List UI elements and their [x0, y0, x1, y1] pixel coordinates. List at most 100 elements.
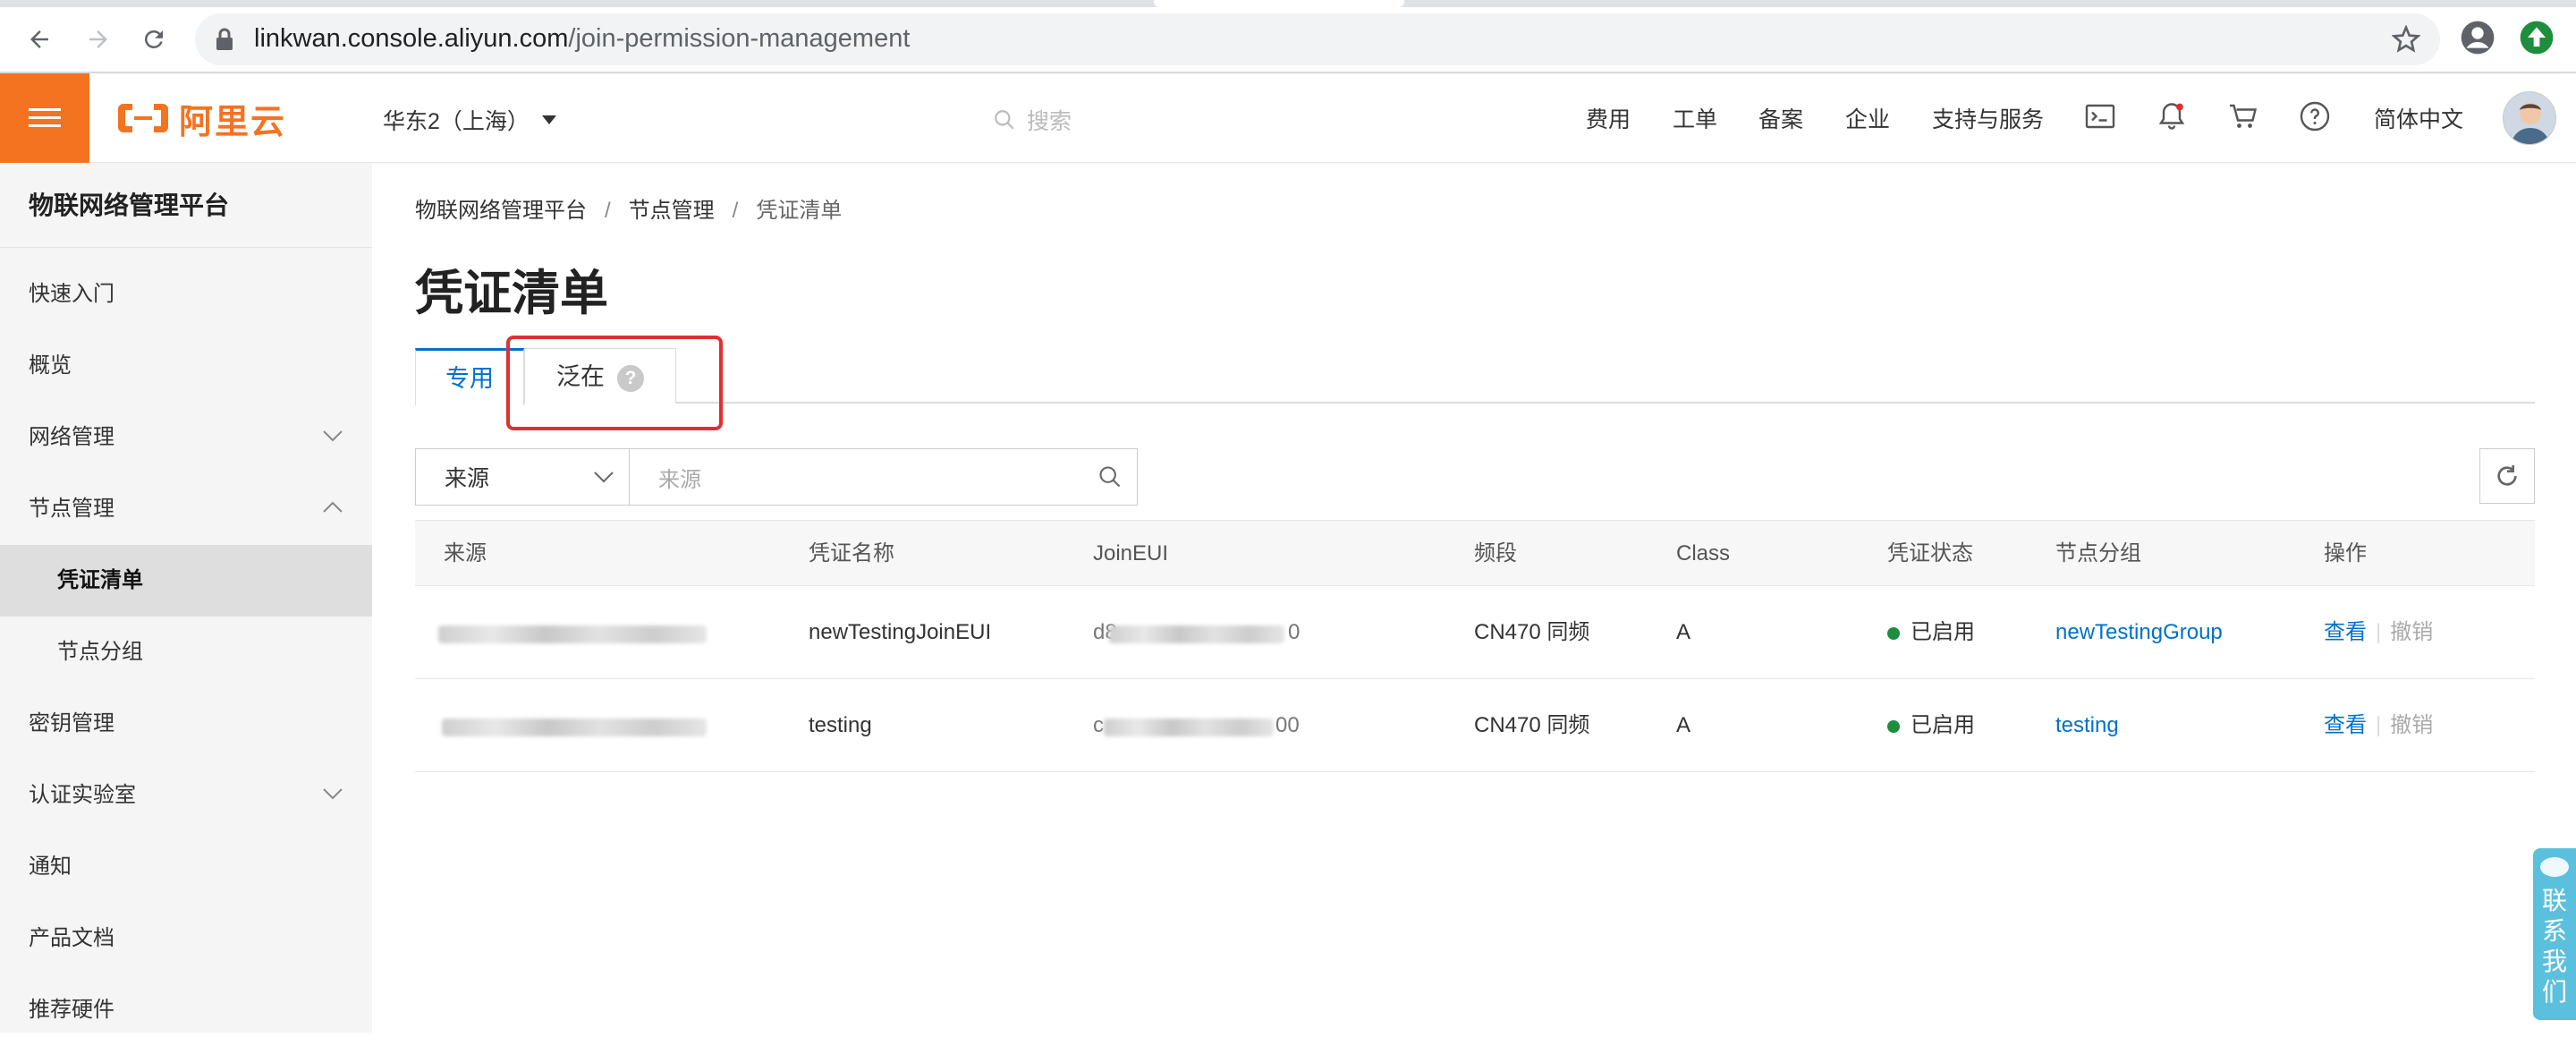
user-avatar-icon [2504, 92, 2555, 144]
update-icon[interactable] [2519, 20, 2555, 55]
table-row: testing c 00 CN470 同频 A 已启用 testing 查看 | 撤… [415, 679, 2535, 772]
nav-tickets[interactable]: 工单 [1673, 102, 1717, 134]
hamburger-icon [29, 108, 61, 127]
global-search[interactable]: 搜索 [993, 104, 1072, 136]
cell-joineui-end: 0 [1288, 620, 1301, 644]
nav-billing[interactable]: 费用 [1586, 102, 1631, 134]
table-header: 来源 凭证名称 JoinEUI 频段 Class 凭证状态 节点分组 操作 [415, 520, 2535, 586]
redacted-joineui [1104, 719, 1274, 736]
tab-label: 泛在 [556, 363, 605, 390]
sidebar-item-label: 节点分组 [57, 640, 143, 664]
contact-char: 系 [2541, 917, 2567, 945]
nav-icp[interactable]: 备案 [1758, 102, 1803, 134]
browser-chrome: linkwan.console.aliyun.com/join-permissi… [0, 0, 2576, 73]
source-search-input[interactable]: 来源 [630, 448, 1138, 506]
console-topbar: 阿里云 华东2（上海） 搜索 费用 工单 备案 企业 支持与服务 简体中文 [0, 73, 2576, 163]
reload-button[interactable] [132, 18, 175, 61]
status-dot-icon [1887, 626, 1900, 640]
refresh-button[interactable] [2479, 448, 2535, 504]
contact-us-button[interactable]: 联 系 我 们 [2533, 848, 2576, 1020]
chevron-down-icon [323, 430, 343, 442]
url-text: linkwan.console.aliyun.com/join-permissi… [254, 24, 911, 53]
redacted-source [442, 719, 707, 736]
tab-dedicated[interactable]: 专用 [415, 348, 524, 405]
help-circle-icon[interactable]: ? [617, 364, 644, 392]
sidebar-item-credentials[interactable]: 凭证清单 [0, 545, 372, 617]
breadcrumb-item[interactable]: 物联网络管理平台 [415, 199, 587, 223]
cell-name: newTestingJoinEUI [809, 620, 992, 644]
col-status: 凭证状态 [1887, 541, 1973, 566]
col-actions: 操作 [2324, 541, 2367, 566]
tab-ubiquitous[interactable]: 泛在? [524, 348, 676, 404]
bookmark-star-icon[interactable] [2392, 25, 2420, 54]
sidebar-item-label: 凭证清单 [57, 568, 143, 592]
contact-char: 联 [2541, 887, 2567, 914]
nav-support[interactable]: 支持与服务 [1932, 102, 2044, 134]
sidebar-item-notifications[interactable]: 通知 [0, 831, 372, 903]
cell-actions: 查看 | 撤销 [2324, 713, 2434, 737]
select-value: 来源 [445, 466, 490, 491]
contact-char: 我 [2541, 948, 2567, 975]
view-button[interactable]: 查看 [2324, 620, 2367, 644]
cell-class: A [1676, 713, 1691, 737]
cart-icon[interactable] [2227, 100, 2259, 132]
arrow-right-icon [89, 30, 107, 48]
caret-down-icon [541, 115, 556, 124]
cell-group-link[interactable]: newTestingGroup [2055, 586, 2223, 679]
contact-char: 们 [2541, 978, 2567, 1006]
sidebar-item-label: 网络管理 [29, 425, 114, 449]
cell-joineui-end: 00 [1275, 713, 1300, 737]
search-icon [995, 110, 1014, 130]
col-class: Class [1676, 541, 1731, 566]
terminal-icon[interactable] [2084, 100, 2116, 132]
breadcrumb-item[interactable]: 节点管理 [629, 199, 715, 223]
nav-enterprise[interactable]: 企业 [1845, 102, 1890, 134]
sidebar-item-network[interactable]: 网络管理 [0, 402, 372, 473]
bell-icon[interactable] [2156, 100, 2188, 132]
status-label: 已启用 [1911, 620, 1975, 644]
input-placeholder: 来源 [658, 467, 701, 492]
chevron-up-icon [323, 501, 343, 513]
revoke-button[interactable]: 撤销 [2390, 713, 2433, 737]
sidebar-item-node-groups[interactable]: 节点分组 [0, 617, 372, 688]
cell-group-link[interactable]: testing [2055, 679, 2119, 772]
view-button[interactable]: 查看 [2324, 713, 2367, 737]
sidebar-item-label: 认证实验室 [29, 783, 136, 807]
redacted-source [438, 625, 707, 643]
sidebar-item-docs[interactable]: 产品文档 [0, 903, 372, 974]
sidebar-item-nodes[interactable]: 节点管理 [0, 473, 372, 545]
revoke-button[interactable]: 撤销 [2390, 620, 2433, 644]
sidebar-item-keys[interactable]: 密钥管理 [0, 688, 372, 760]
sidebar-item-hardware[interactable]: 推荐硬件 [0, 974, 372, 1046]
region-selector[interactable]: 华东2（上海） [383, 104, 556, 136]
address-bar[interactable]: linkwan.console.aliyun.com/join-permissi… [195, 13, 2440, 65]
chat-icon [2540, 857, 2569, 877]
back-button[interactable] [18, 18, 61, 61]
sidebar-item-label: 产品文档 [29, 926, 114, 950]
sidebar-item-label: 节点管理 [29, 497, 114, 521]
sidebar-item-label: 推荐硬件 [29, 998, 114, 1022]
sidebar-item-cert-lab[interactable]: 认证实验室 [0, 760, 372, 831]
sidebar-item-label: 概览 [29, 353, 72, 378]
sidebar-item-label: 通知 [29, 855, 72, 879]
tab-bar: 专用 泛在? [415, 348, 2535, 405]
cell-band: CN470 同频 [1474, 713, 1590, 737]
col-group: 节点分组 [2055, 541, 2141, 566]
forward-button[interactable] [77, 18, 120, 61]
avatar[interactable] [2503, 91, 2556, 145]
source-select[interactable]: 来源 [415, 448, 630, 506]
sidebar-item-overview[interactable]: 概览 [0, 330, 372, 402]
col-source: 来源 [444, 541, 487, 566]
tab-label: 专用 [445, 365, 494, 392]
help-icon[interactable] [2299, 100, 2331, 132]
aliyun-logo[interactable]: 阿里云 [116, 97, 286, 141]
language-switch[interactable]: 简体中文 [2374, 102, 2463, 134]
menu-button[interactable] [0, 73, 89, 163]
search-icon[interactable] [1097, 464, 1123, 489]
browser-tab[interactable] [1154, 0, 1404, 7]
profile-icon[interactable] [2460, 20, 2496, 55]
sidebar-item-quickstart[interactable]: 快速入门 [0, 259, 372, 330]
chevron-down-icon [594, 472, 614, 483]
chevron-down-icon [323, 788, 343, 800]
lock-icon [216, 28, 233, 50]
